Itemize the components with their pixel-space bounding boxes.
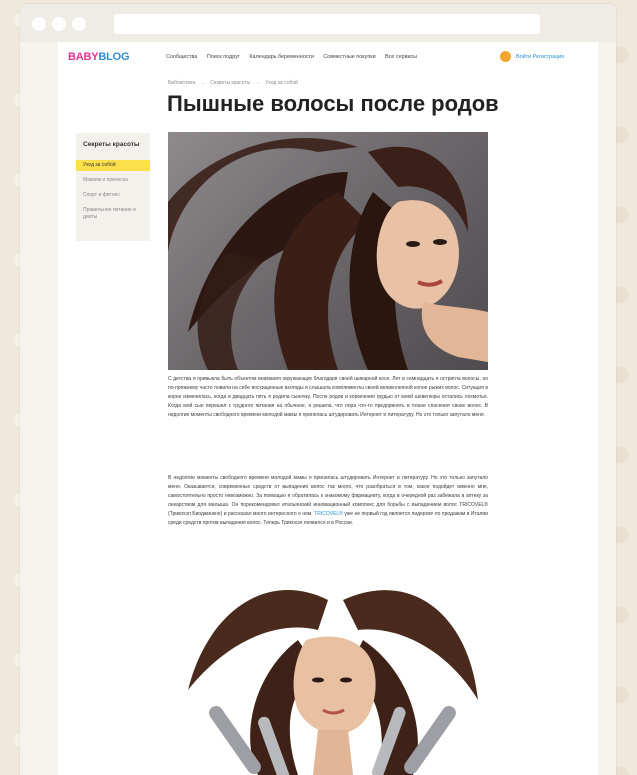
breadcrumb: Библиотека → Секреты красоты → Уход за собой <box>168 80 298 86</box>
window-close-button[interactable] <box>32 17 46 31</box>
logo-part-baby: BABY <box>68 51 99 63</box>
nav-item-pregnancy-calendar[interactable]: Календарь беременности <box>249 54 314 60</box>
nav-item-find-friends[interactable]: Поиск подруг <box>207 54 240 60</box>
window-minimize-button[interactable] <box>52 17 66 31</box>
sidebar-item-sport[interactable]: Спорт и фитнес <box>83 192 145 199</box>
login-register-link[interactable]: Войти Регистрация <box>516 54 564 60</box>
sidebar-title: Секреты красоты <box>83 141 140 148</box>
address-bar[interactable] <box>114 14 540 34</box>
breadcrumb-item-self-care[interactable]: Уход за собой <box>265 80 298 86</box>
main-menu: Сообщества Поиск подруг Календарь береме… <box>166 54 425 60</box>
article-paragraph-1: С детства я привыкла быть объектом внима… <box>168 376 488 418</box>
breadcrumb-item-beauty[interactable]: Секреты красоты <box>210 80 250 86</box>
breadcrumb-separator: → <box>255 80 261 86</box>
nav-item-communities[interactable]: Сообщества <box>166 54 197 60</box>
tricovel-link[interactable]: TRICOVEL® <box>314 511 343 517</box>
sidebar-item-self-care[interactable]: Уход за собой <box>76 160 150 171</box>
sidebar-item-makeup[interactable]: Макияж и прическа <box>83 177 145 184</box>
breadcrumb-item-library[interactable]: Библиотека <box>168 80 195 86</box>
sidebar: Секреты красоты Уход за собой Макияж и п… <box>76 133 150 241</box>
article-second-image <box>168 580 488 775</box>
sidebar-item-label: Уход за собой <box>83 162 116 168</box>
sidebar-item-nutrition[interactable]: Правильное питание и диеты <box>83 207 145 220</box>
site-logo[interactable]: BABYBLOG <box>68 51 130 63</box>
web-page: BABYBLOG Сообщества Поиск подруг Календа… <box>58 42 598 775</box>
article-hero-image <box>168 132 488 370</box>
breadcrumb-separator: → <box>200 80 206 86</box>
woman-with-curling-irons-photo <box>188 590 478 775</box>
article-paragraph-2: В недолгие моменты свободного времени мо… <box>168 474 488 528</box>
woman-flowing-hair-photo <box>168 138 488 370</box>
browser-window: BABYBLOG Сообщества Поиск подруг Календа… <box>20 4 616 775</box>
nav-item-all-services[interactable]: Все сервисы <box>385 54 417 60</box>
window-maximize-button[interactable] <box>72 17 86 31</box>
nav-item-joint-purchases[interactable]: Совместные покупки <box>323 54 375 60</box>
logo-part-blog: BLOG <box>98 51 130 63</box>
top-navigation: BABYBLOG Сообщества Поиск подруг Календа… <box>58 42 598 75</box>
user-icon[interactable] <box>500 51 511 62</box>
browser-titlebar <box>20 4 616 42</box>
page-title: Пышные волосы после родов <box>167 91 499 116</box>
